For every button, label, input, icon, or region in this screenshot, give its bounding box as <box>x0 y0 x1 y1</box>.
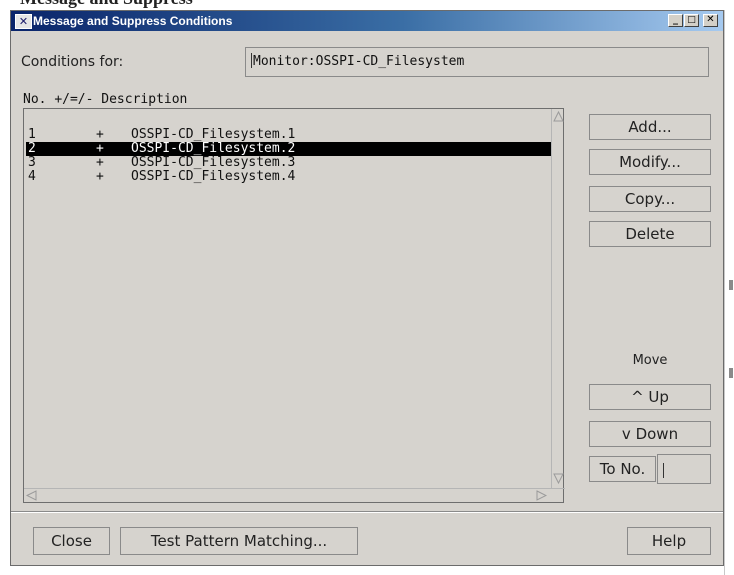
conditions-for-field[interactable]: Monitor:OSSPI-CD_Filesystem <box>245 47 709 77</box>
list-row[interactable]: 1 + OSSPI-CD_Filesystem.1 <box>26 128 552 142</box>
help-button[interactable]: Help <box>627 527 711 555</box>
conditions-for-value: Monitor:OSSPI-CD_Filesystem <box>253 54 465 69</box>
move-up-button[interactable]: ^ Up <box>589 384 711 410</box>
row-sign: + <box>96 127 104 142</box>
test-pattern-matching-button[interactable]: Test Pattern Matching... <box>120 527 358 555</box>
message-suppress-conditions-window: ✕ Message and Suppress Conditions _ □ ✕ … <box>10 10 724 566</box>
row-sign: + <box>96 155 104 170</box>
delete-button[interactable]: Delete <box>589 221 711 247</box>
close-window-button[interactable]: ✕ <box>703 14 718 27</box>
close-button[interactable]: Close <box>33 527 110 555</box>
text-cursor <box>251 53 252 68</box>
row-no: 1 <box>28 127 36 142</box>
row-description: OSSPI-CD_Filesystem.3 <box>131 155 296 170</box>
modify-button[interactable]: Modify... <box>589 149 711 175</box>
horizontal-scrollbar[interactable] <box>24 488 565 502</box>
move-down-button[interactable]: v Down <box>589 421 711 447</box>
text-cursor <box>663 463 664 478</box>
background-window-edge: Message and Suppress <box>0 0 734 10</box>
list-row[interactable]: 3 + OSSPI-CD_Filesystem.3 <box>26 156 552 170</box>
copy-button[interactable]: Copy... <box>589 186 711 212</box>
separator <box>11 511 723 513</box>
scroll-right-arrow-icon[interactable] <box>536 490 547 501</box>
header-no: No. <box>23 92 47 107</box>
list-row-selected[interactable]: 2 + OSSPI-CD_Filesystem.2 <box>26 142 552 156</box>
add-button[interactable]: Add... <box>589 114 711 140</box>
row-no: 4 <box>28 169 36 184</box>
app-icon: ✕ <box>15 14 32 29</box>
list-column-headers: No. +/=/- Description <box>23 92 187 107</box>
title-bar[interactable]: ✕ Message and Suppress Conditions _ □ ✕ <box>11 11 723 31</box>
background-window-right-edge <box>724 10 734 575</box>
scroll-up-arrow-icon[interactable] <box>553 111 564 122</box>
minimize-button[interactable]: _ <box>668 14 683 27</box>
to-no-button[interactable]: To No. <box>589 456 656 482</box>
window-title: Message and Suppress Conditions <box>33 14 233 28</box>
background-window-text: Message and Suppress <box>20 0 193 9</box>
move-label: Move <box>632 353 668 368</box>
scroll-left-arrow-icon[interactable] <box>26 490 37 501</box>
header-sign: +/=/- <box>54 92 94 107</box>
to-no-field[interactable] <box>657 454 711 484</box>
conditions-for-label: Conditions for: <box>21 54 124 70</box>
background-tick <box>729 368 733 378</box>
conditions-list[interactable]: 1 + OSSPI-CD_Filesystem.1 2 + OSSPI-CD_F… <box>23 108 565 503</box>
row-description: OSSPI-CD_Filesystem.1 <box>131 127 296 142</box>
row-no: 3 <box>28 155 36 170</box>
row-description: OSSPI-CD_Filesystem.2 <box>131 141 296 156</box>
vertical-scrollbar[interactable] <box>551 109 565 488</box>
background-tick <box>729 280 733 290</box>
row-sign: + <box>96 141 104 156</box>
header-description: Description <box>101 92 188 107</box>
row-sign: + <box>96 169 104 184</box>
maximize-button[interactable]: □ <box>684 14 699 27</box>
list-row[interactable]: 4 + OSSPI-CD_Filesystem.4 <box>26 170 552 184</box>
row-no: 2 <box>28 141 36 156</box>
scroll-down-arrow-icon[interactable] <box>553 473 564 484</box>
row-description: OSSPI-CD_Filesystem.4 <box>131 169 296 184</box>
